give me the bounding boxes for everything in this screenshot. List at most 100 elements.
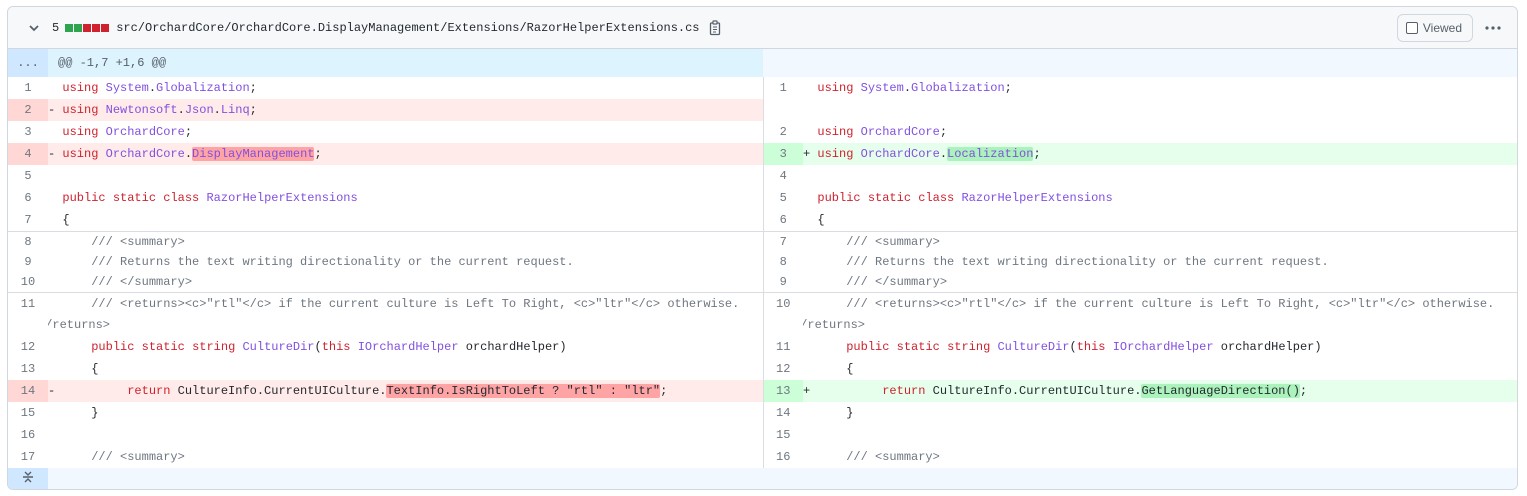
old-line-number[interactable]: 4 bbox=[8, 143, 48, 165]
new-code: /// <summary> bbox=[846, 450, 940, 464]
diff-row-deleted: 2 - using Newtonsoft.Json.Linq; bbox=[8, 99, 1517, 121]
diff-row: 3 using OrchardCore; 2 using OrchardCore… bbox=[8, 121, 1517, 143]
old-line-number[interactable]: 13 bbox=[8, 358, 48, 380]
diff-row: 8 /// <summary> 7 /// <summary> bbox=[8, 231, 1517, 252]
new-line-number[interactable]: 12 bbox=[763, 358, 803, 380]
hunk-header: @@ -1,7 +1,6 @@ bbox=[48, 49, 763, 77]
old-line-number[interactable]: 16 bbox=[8, 424, 48, 446]
old-line-number[interactable]: 15 bbox=[8, 402, 48, 424]
old-line-number[interactable]: 10 bbox=[8, 272, 48, 293]
expand-up-button[interactable]: ... bbox=[8, 49, 48, 77]
diff-file: 5 src/OrchardCore/OrchardCore.DisplayMan… bbox=[7, 6, 1518, 490]
old-line-number[interactable]: 5 bbox=[8, 165, 48, 187]
new-line-number[interactable]: 3 bbox=[763, 143, 803, 165]
viewed-checkbox[interactable] bbox=[1405, 21, 1418, 34]
expand-footer-row bbox=[8, 468, 1517, 489]
new-line-number[interactable]: 5 bbox=[763, 187, 803, 209]
new-line-number[interactable]: 11 bbox=[763, 336, 803, 358]
diff-row: 5 4 bbox=[8, 165, 1517, 187]
diff-row: 13 { 12 { bbox=[8, 358, 1517, 380]
diffstat-deleted-block bbox=[92, 23, 101, 32]
file-header: 5 src/OrchardCore/OrchardCore.DisplayMan… bbox=[8, 7, 1517, 49]
new-code: + return CultureInfo.CurrentUICulture.Ge… bbox=[803, 380, 1517, 402]
diff-row: 9 /// Returns the text writing direction… bbox=[8, 252, 1517, 272]
diffstat-deleted-block bbox=[101, 23, 110, 32]
old-code: { bbox=[48, 209, 764, 232]
new-code: public static class RazorHelperExtension… bbox=[817, 191, 1113, 205]
old-code: /// <summary> bbox=[48, 446, 764, 468]
old-code: /// Returns the text writing directional… bbox=[48, 252, 764, 272]
new-code: { bbox=[817, 213, 825, 227]
old-code: } bbox=[48, 402, 764, 424]
old-code: { bbox=[48, 358, 764, 380]
new-line-number[interactable]: 15 bbox=[763, 424, 803, 446]
old-code: /// <returns><c>"rtl"</c> if the current… bbox=[48, 292, 764, 336]
file-path[interactable]: src/OrchardCore/OrchardCore.DisplayManag… bbox=[116, 21, 699, 35]
viewed-label: Viewed bbox=[1422, 20, 1462, 35]
new-code: /// <summary> bbox=[803, 231, 1517, 252]
collapse-chevron-icon[interactable] bbox=[26, 20, 42, 36]
new-line-number[interactable]: 7 bbox=[763, 231, 803, 252]
new-code: + using OrchardCore.Localization; bbox=[803, 143, 1517, 165]
diffstat-blocks bbox=[65, 23, 110, 32]
old-code: public static class RazorHelperExtension… bbox=[48, 187, 764, 209]
new-code: using OrchardCore; bbox=[817, 125, 948, 139]
diff-row: 11 /// <returns><c>"rtl"</c> if the curr… bbox=[8, 292, 1517, 336]
old-line-number[interactable]: 6 bbox=[8, 187, 48, 209]
diff-row: 16 15 bbox=[8, 424, 1517, 446]
more-options-icon[interactable] bbox=[1479, 14, 1507, 42]
diff-row-modified: 4 - using OrchardCore.DisplayManagement;… bbox=[8, 143, 1517, 165]
old-line-number[interactable]: 1 bbox=[8, 77, 48, 99]
expand-all-icon[interactable] bbox=[8, 468, 48, 489]
new-line-number[interactable]: 13 bbox=[763, 380, 803, 402]
new-code: /// </summary> bbox=[846, 275, 948, 289]
old-code: /// </summary> bbox=[48, 272, 764, 293]
new-code: } bbox=[846, 406, 854, 420]
diff-row: 12 public static string CultureDir(this … bbox=[8, 336, 1517, 358]
diff-row: 15 } 14 } bbox=[8, 402, 1517, 424]
diff-row: 17 /// <summary> 16 /// <summary> bbox=[8, 446, 1517, 468]
new-code: /// Returns the text writing directional… bbox=[846, 255, 1329, 269]
new-line-number[interactable]: 10 bbox=[763, 292, 803, 336]
new-line-number[interactable]: 14 bbox=[763, 402, 803, 424]
hunk-header-row: ... @@ -1,7 +1,6 @@ bbox=[8, 49, 1517, 77]
diff-row: 10 /// </summary> 9 /// </summary> bbox=[8, 272, 1517, 293]
old-code: public static string CultureDir(this IOr… bbox=[48, 336, 764, 358]
old-code: - return CultureInfo.CurrentUICulture.Te… bbox=[48, 380, 764, 402]
copy-path-icon[interactable] bbox=[709, 19, 725, 36]
new-line-number[interactable]: 16 bbox=[763, 446, 803, 468]
new-line-number[interactable]: 2 bbox=[763, 121, 803, 143]
old-line-number[interactable]: 2 bbox=[8, 99, 48, 121]
old-line-number[interactable]: 12 bbox=[8, 336, 48, 358]
diffstat-added-block bbox=[65, 23, 74, 32]
diff-row: 7 { 6 { bbox=[8, 209, 1517, 232]
old-code: using System.Globalization; bbox=[48, 77, 764, 99]
new-line-number[interactable]: 6 bbox=[763, 209, 803, 232]
new-line-number[interactable]: 4 bbox=[763, 165, 803, 187]
new-line-number[interactable]: 1 bbox=[763, 77, 803, 99]
new-line-number[interactable]: 9 bbox=[763, 272, 803, 293]
diff-row-modified: 14 - return CultureInfo.CurrentUICulture… bbox=[8, 380, 1517, 402]
old-line-number[interactable]: 14 bbox=[8, 380, 48, 402]
old-line-number[interactable]: 3 bbox=[8, 121, 48, 143]
new-code: { bbox=[846, 362, 854, 376]
new-code: /// <returns><c>"rtl"</c> if the current… bbox=[803, 292, 1517, 336]
diff-row: 6 public static class RazorHelperExtensi… bbox=[8, 187, 1517, 209]
split-diff-table: ... @@ -1,7 +1,6 @@ 1 using System.Globa… bbox=[8, 49, 1517, 489]
old-code: /// <summary> bbox=[48, 231, 764, 252]
new-code: public static string CultureDir(this IOr… bbox=[846, 340, 1322, 354]
diffstat-added-block bbox=[74, 23, 83, 32]
old-code: using OrchardCore; bbox=[48, 121, 764, 143]
viewed-toggle-button[interactable]: Viewed bbox=[1396, 13, 1473, 42]
new-code: using System.Globalization; bbox=[817, 81, 1012, 95]
old-line-number[interactable]: 8 bbox=[8, 231, 48, 252]
change-count: 5 bbox=[52, 20, 60, 35]
old-line-number[interactable]: 17 bbox=[8, 446, 48, 468]
old-code: - using Newtonsoft.Json.Linq; bbox=[48, 99, 764, 121]
old-line-number[interactable]: 9 bbox=[8, 252, 48, 272]
old-line-number[interactable]: 11 bbox=[8, 292, 48, 336]
new-line-number[interactable]: 8 bbox=[763, 252, 803, 272]
diffstat-deleted-block bbox=[83, 23, 92, 32]
old-line-number[interactable]: 7 bbox=[8, 209, 48, 232]
old-code: - using OrchardCore.DisplayManagement; bbox=[48, 143, 764, 165]
